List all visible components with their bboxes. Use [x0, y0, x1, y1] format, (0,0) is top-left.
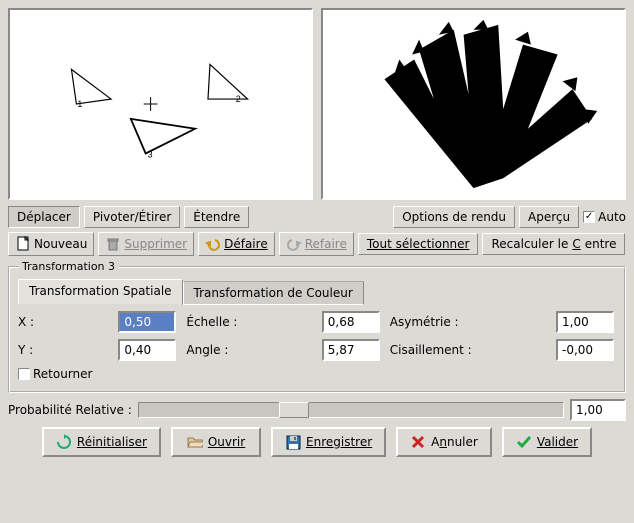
angle-input[interactable]: 5,87 [322, 339, 380, 361]
trash-icon [105, 236, 121, 252]
probability-slider[interactable] [138, 402, 564, 418]
undo-label: Défaire [224, 237, 268, 251]
save-button[interactable]: Enregistrer [271, 427, 386, 457]
panel-legend: Transformation 3 [18, 260, 119, 273]
new-label: Nouveau [34, 237, 87, 251]
probability-input[interactable]: 1,00 [570, 399, 626, 421]
reset-button[interactable]: Réinitialiser [42, 427, 161, 457]
mode-move-button[interactable]: Déplacer [8, 206, 80, 228]
auto-label: Auto [598, 210, 626, 224]
ok-label: Valider [537, 435, 578, 449]
svg-text:1: 1 [77, 99, 82, 109]
scale-input[interactable]: 0,68 [322, 311, 380, 333]
shear-input[interactable]: -0,00 [556, 339, 614, 361]
flip-checkbox[interactable]: Retourner [18, 367, 92, 381]
cancel-button[interactable]: Annuler [396, 427, 492, 457]
cancel-icon [410, 434, 426, 450]
slider-thumb[interactable] [279, 402, 309, 418]
asym-input[interactable]: 1,00 [556, 311, 614, 333]
new-button[interactable]: Nouveau [8, 232, 94, 256]
x-input[interactable]: 0,50 [118, 311, 176, 333]
transformation-panel: Transformation 3 Transformation Spatiale… [8, 260, 626, 393]
flip-box-icon [18, 368, 30, 380]
shear-label: Cisaillement : [390, 343, 548, 357]
save-label: Enregistrer [306, 435, 372, 449]
recenter-button[interactable]: Recalculer le Centre [482, 233, 625, 255]
select-all-button[interactable]: Tout sélectionner [358, 233, 479, 255]
check-mark-icon: ✓ [583, 211, 595, 223]
delete-label: Supprimer [124, 237, 187, 251]
apply-icon [516, 434, 532, 450]
auto-checkbox[interactable]: ✓ Auto [583, 210, 626, 224]
open-button[interactable]: Ouvrir [171, 427, 261, 457]
y-label: Y : [18, 343, 110, 357]
reset-label: Réinitialiser [77, 435, 147, 449]
refresh-icon [56, 434, 72, 450]
probability-label: Probabilité Relative : [8, 403, 132, 417]
y-input[interactable]: 0,40 [118, 339, 176, 361]
tab-color[interactable]: Transformation de Couleur [183, 281, 364, 305]
redo-button: Refaire [279, 232, 354, 256]
preview-button[interactable]: Aperçu [519, 206, 579, 228]
mode-rotate-button[interactable]: Pivoter/Étirer [84, 206, 180, 228]
flip-label: Retourner [33, 367, 92, 381]
preview-canvas [321, 8, 626, 200]
ok-button[interactable]: Valider [502, 427, 592, 457]
floppy-icon [285, 434, 301, 450]
angle-label: Angle : [186, 343, 313, 357]
new-file-icon [15, 236, 31, 252]
undo-button[interactable]: Défaire [198, 232, 275, 256]
mode-extend-button[interactable]: Étendre [184, 206, 249, 228]
open-label: Ouvrir [208, 435, 245, 449]
scale-label: Échelle : [186, 315, 313, 329]
render-options-button[interactable]: Options de rendu [393, 206, 515, 228]
redo-label: Refaire [305, 237, 347, 251]
svg-text:3: 3 [148, 149, 153, 159]
x-label: X : [18, 315, 110, 329]
cancel-label: Annuler [431, 435, 478, 449]
redo-icon [286, 236, 302, 252]
delete-button: Supprimer [98, 232, 194, 256]
tab-spatial[interactable]: Transformation Spatiale [18, 279, 183, 305]
svg-text:2: 2 [236, 94, 241, 104]
undo-icon [205, 236, 221, 252]
edit-canvas[interactable]: 1 2 3 [8, 8, 313, 200]
folder-open-icon [187, 434, 203, 450]
asym-label: Asymétrie : [390, 315, 548, 329]
